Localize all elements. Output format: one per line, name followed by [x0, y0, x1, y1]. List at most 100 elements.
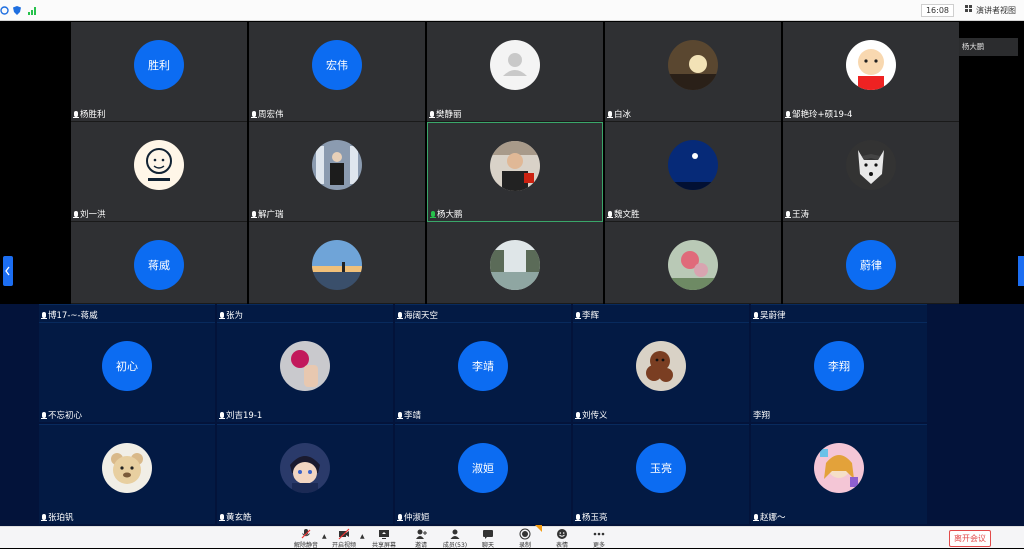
anime-boy-icon — [280, 443, 330, 493]
participant-name: 吴蔚律 — [753, 310, 786, 322]
participant-name: 邹艳玲+硕19-4 — [785, 109, 852, 121]
shield-icon[interactable] — [13, 6, 21, 15]
share-screen-button[interactable]: 共享屏幕 — [366, 528, 402, 549]
invite-button[interactable]: 邀请 — [403, 528, 439, 549]
participant-tile[interactable]: 王涛 — [783, 122, 959, 222]
participant-tile-active[interactable]: 杨大鹏 — [427, 122, 603, 222]
participant-tile[interactable]: 李靖 李靖 — [395, 322, 571, 422]
avatar: 蔚律 — [846, 240, 896, 290]
participant-name: 李翔 — [753, 411, 771, 421]
lower-row-1: 初心 不忘初心 刘吉19-1 李靖 李靖 刘传义 李翔 李翔 — [39, 322, 929, 422]
participant-tile[interactable]: 赵娜～ — [751, 424, 927, 524]
mic-icon — [397, 312, 403, 320]
share-screen-icon — [378, 528, 390, 540]
participant-name: 李靖 — [397, 410, 421, 422]
moon-night-icon — [668, 140, 718, 190]
participant-tile[interactable]: 魏文胜 — [605, 122, 781, 222]
mic-icon — [41, 312, 47, 320]
emoji-button[interactable]: 表情 — [544, 528, 580, 549]
camera-off-icon — [338, 528, 350, 540]
more-button[interactable]: 更多 — [581, 528, 617, 549]
participant-name: 白冰 — [607, 109, 631, 121]
participant-tile[interactable]: 张珀钒 — [39, 424, 215, 524]
start-video-button[interactable]: 开启视频 — [326, 528, 362, 549]
mic-icon — [73, 111, 79, 119]
speaker-view-button[interactable]: 演讲者视图 — [965, 4, 1016, 17]
participant-name: 杨玉亮 — [575, 512, 608, 524]
participant-label: 李辉 — [573, 304, 749, 322]
participant-tile[interactable]: 刘吉19-1 — [217, 322, 393, 422]
upper-row-3: 蒋威 蔚律 — [71, 222, 961, 304]
participant-name: 张珀钒 — [41, 512, 74, 524]
participant-name: 周宏伟 — [251, 109, 284, 121]
mic-icon — [41, 514, 47, 522]
participant-tile[interactable]: 李翔 李翔 — [751, 322, 927, 422]
participant-tile[interactable]: 玉亮 杨玉亮 — [573, 424, 749, 524]
mic-icon — [753, 514, 759, 522]
mic-icon — [785, 211, 791, 219]
cartoon-baby-icon — [846, 40, 896, 90]
speaker-view-label: 演讲者视图 — [976, 6, 1016, 15]
prev-page-button[interactable] — [3, 256, 13, 286]
participant-tile[interactable] — [249, 222, 425, 304]
time-label: 16:08 — [920, 4, 954, 17]
mic-icon — [219, 514, 225, 522]
participant-tile[interactable]: 樊静丽 — [427, 22, 603, 122]
participant-name: 李辉 — [575, 310, 599, 322]
participant-tile[interactable]: 宏伟 周宏伟 — [249, 22, 425, 122]
participant-tile[interactable]: 白冰 — [605, 22, 781, 122]
participant-label: 海阔天空 — [395, 304, 571, 322]
avatar: 淑姮 — [458, 443, 508, 493]
participant-name: 黄玄皓 — [219, 512, 252, 524]
mic-icon — [397, 514, 403, 522]
participant-label: 张为 — [217, 304, 393, 322]
participant-name: 杨大鹏 — [430, 209, 463, 221]
teddy-bear-icon — [102, 443, 152, 493]
sunset-lake-icon — [312, 240, 362, 290]
participant-tile[interactable]: 解广瑞 — [249, 122, 425, 222]
settings-icon[interactable] — [0, 6, 9, 15]
participant-name: 刘一洪 — [73, 209, 106, 221]
cartoon-face-icon — [134, 140, 184, 190]
chat-button[interactable]: 聊天 — [470, 528, 506, 549]
next-page-button[interactable] — [1018, 256, 1024, 286]
mic-icon — [397, 412, 403, 420]
participant-tile[interactable] — [427, 222, 603, 304]
members-button[interactable]: 成员(53) — [437, 528, 473, 549]
avatar: 胜利 — [134, 40, 184, 90]
avatar: 李靖 — [458, 341, 508, 391]
video-options-caret-icon[interactable]: ▲ — [360, 533, 365, 540]
mic-icon — [219, 312, 225, 320]
participant-name: 赵娜～ — [753, 512, 786, 524]
standing-person-icon — [312, 140, 362, 190]
members-icon — [449, 528, 461, 540]
emoji-icon — [556, 528, 568, 540]
participant-name: 不忘初心 — [41, 410, 82, 422]
participant-tile[interactable] — [605, 222, 781, 304]
canal-town-icon — [490, 240, 540, 290]
unmute-button[interactable]: 解除静音 — [288, 528, 324, 549]
participant-tile[interactable]: 刘传义 — [573, 322, 749, 422]
mic-icon — [429, 111, 435, 119]
upper-row-2: 刘一洪 解广瑞 杨大鹏 魏文胜 王涛 — [71, 122, 961, 222]
participant-tile[interactable]: 蔚律 — [783, 222, 959, 304]
participant-tile[interactable]: 刘一洪 — [71, 122, 247, 222]
participant-tile[interactable]: 初心 不忘初心 — [39, 322, 215, 422]
colorful-girl-icon — [814, 443, 864, 493]
invite-icon — [415, 528, 427, 540]
lower-row-2: 张珀钒 黄玄皓 淑姮 仲淑姮 玉亮 杨玉亮 赵娜～ — [39, 424, 929, 524]
mic-icon — [753, 312, 759, 320]
mic-active-icon — [430, 211, 436, 219]
participant-name: 刘传义 — [575, 410, 608, 422]
participant-tile[interactable]: 黄玄皓 — [217, 424, 393, 524]
participant-name: 杨胜利 — [73, 109, 106, 121]
leave-meeting-button[interactable]: 离开会议 — [949, 530, 991, 547]
participant-tile[interactable]: 淑姮 仲淑姮 — [395, 424, 571, 524]
participant-tile[interactable]: 邹艳玲+硕19-4 — [783, 22, 959, 122]
poodle-dog-icon — [636, 341, 686, 391]
grid-view-icon — [965, 4, 973, 17]
participant-name: 魏文胜 — [607, 209, 640, 221]
participant-tile[interactable]: 蒋威 — [71, 222, 247, 304]
participant-tile[interactable]: 胜利 杨胜利 — [71, 22, 247, 122]
avatar: 蒋威 — [134, 240, 184, 290]
